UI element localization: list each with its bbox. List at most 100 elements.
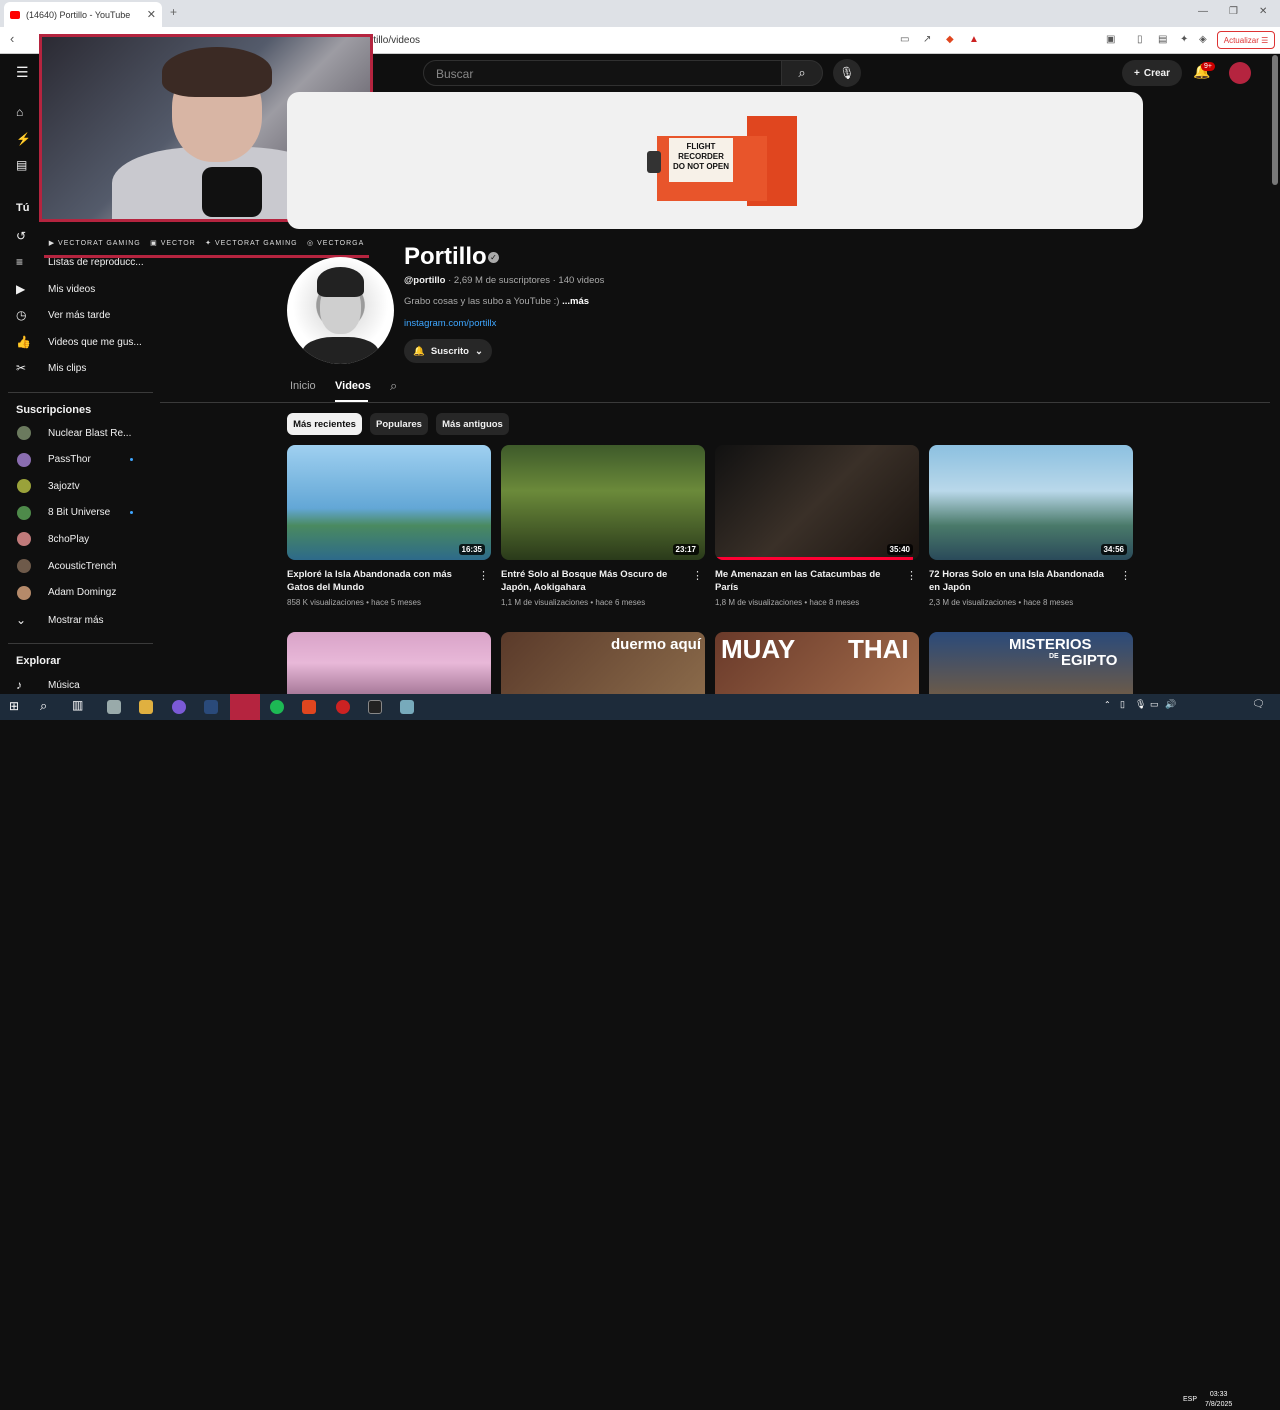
cast-icon[interactable]: ▭	[900, 34, 909, 45]
video-thumbnail[interactable]: 16:35	[287, 445, 491, 560]
video-title[interactable]: Me Amenazan en las Catacumbas de París	[715, 568, 919, 594]
network-icon[interactable]: ▭	[1150, 699, 1159, 710]
tray-chevron-icon[interactable]: ⌃	[1104, 700, 1111, 709]
task-view-icon[interactable]: ▥	[72, 698, 83, 712]
sidebar-item-my-videos[interactable]: ▶ Mis videos	[0, 276, 155, 302]
create-button[interactable]: + Crear	[1122, 60, 1182, 86]
menu-icon[interactable]: ☰	[16, 64, 29, 81]
wallet-icon[interactable]: ▤	[1158, 34, 1167, 45]
video-card[interactable]: 35:40 Me Amenazan en las Catacumbas de P…	[715, 445, 919, 607]
search-input[interactable]: Buscar	[423, 60, 783, 86]
mic-icon[interactable]: 🎙	[1135, 699, 1146, 710]
sidebar-item-clips[interactable]: ✂ Mis clips	[0, 355, 155, 381]
video-title[interactable]: 72 Horas Solo en una Isla Abandonada en …	[929, 568, 1133, 594]
close-tab-icon[interactable]: ✕	[147, 8, 156, 21]
video-thumbnail[interactable]	[287, 632, 491, 694]
tab-title: (14640) Portillo - YouTube	[26, 9, 131, 20]
windows-start-icon[interactable]: ⊞	[9, 699, 19, 713]
clock-icon: ◷	[16, 308, 27, 322]
clock[interactable]: 03:33 7/8/2025	[1205, 1390, 1232, 1410]
more-options-icon[interactable]: ⋮	[478, 569, 489, 582]
sidebar-toggle-icon[interactable]: ▣	[1106, 34, 1115, 45]
scrollbar[interactable]	[1272, 55, 1278, 185]
tab-home[interactable]: Inicio	[290, 380, 316, 392]
epic-games-icon[interactable]	[368, 700, 382, 714]
my-videos-icon: ▶	[16, 282, 26, 296]
video-thumbnail[interactable]: duermo aquí	[501, 632, 705, 694]
app-icon[interactable]	[400, 700, 414, 714]
back-icon[interactable]: ‹	[10, 31, 14, 46]
subscription-label: PassThor	[48, 454, 91, 466]
reader-icon[interactable]: ▯	[1137, 34, 1143, 45]
subscription-item[interactable]: AcousticTrench	[0, 553, 155, 579]
tab-videos[interactable]: Videos	[335, 380, 371, 392]
ai-icon[interactable]: ✦	[1180, 34, 1188, 45]
taskbar: ⊞ ⌕ ▥ ⌃ ▯ 🎙 ▭ 🔊 ESP 03:33 7/8/2025 🗨	[0, 694, 1280, 1408]
video-title[interactable]: Entré Solo al Bosque Más Oscuro de Japón…	[501, 568, 705, 594]
app-icon[interactable]	[107, 700, 121, 714]
chip-popular[interactable]: Populares	[370, 413, 428, 435]
language-indicator[interactable]: ESP	[1183, 1396, 1197, 1403]
microphone-icon	[202, 167, 262, 217]
spotify-icon[interactable]	[270, 700, 284, 714]
subscription-item[interactable]: 8choPlay	[0, 526, 155, 552]
tray-icon[interactable]: ▯	[1120, 699, 1125, 710]
share-icon[interactable]: ↗	[923, 34, 931, 45]
video-title[interactable]: Exploré la Isla Abandonada con más Gatos…	[287, 568, 491, 594]
create-label: Crear	[1143, 67, 1170, 79]
close-window-icon[interactable]: ✕	[1259, 6, 1267, 17]
channel-avatar-icon	[17, 532, 31, 547]
sidebar-item-liked[interactable]: 👍 Videos que me gus...	[0, 329, 155, 355]
notifications-icon[interactable]: 🗨	[1252, 699, 1265, 710]
video-duration: 35:40	[886, 544, 913, 555]
sidebar-item-watch-later[interactable]: ◷ Ver más tarde	[0, 302, 155, 328]
brave-rewards-icon[interactable]: ▲	[969, 34, 979, 45]
more-options-icon[interactable]: ⋮	[906, 569, 917, 582]
subscription-item[interactable]: 8 Bit Universe	[0, 500, 155, 526]
video-thumbnail[interactable]: MISTERIOS DE EGIPTO	[929, 632, 1133, 694]
video-thumbnail[interactable]: MUAY THAI	[715, 632, 919, 694]
more-options-icon[interactable]: ⋮	[692, 569, 703, 582]
video-thumbnail[interactable]: 34:56	[929, 445, 1133, 560]
file-explorer-icon[interactable]	[139, 700, 153, 714]
subscription-item[interactable]: Nuclear Blast Re...	[0, 420, 155, 446]
browser-tab[interactable]: (14640) Portillo - YouTube ✕	[4, 2, 162, 27]
new-tab-icon[interactable]: +	[170, 5, 177, 19]
subscription-item[interactable]: 3ajoztv	[0, 473, 155, 499]
vpn-icon[interactable]: ◈	[1199, 34, 1207, 45]
brave-shield-icon[interactable]: ◆	[946, 34, 954, 45]
video-thumbnail[interactable]: 23:17	[501, 445, 705, 560]
chip-oldest[interactable]: Más antiguos	[436, 413, 509, 435]
show-more-button[interactable]: ⌄ Mostrar más	[0, 607, 155, 633]
steam-icon[interactable]	[204, 700, 218, 714]
video-duration: 34:56	[1100, 544, 1127, 555]
url-field[interactable]: rtillo/videos	[370, 35, 420, 46]
video-card[interactable]: 23:17 Entré Solo al Bosque Más Oscuro de…	[501, 445, 705, 607]
video-card[interactable]: 34:56 72 Horas Solo en una Isla Abandona…	[929, 445, 1133, 607]
video-card[interactable]: 16:35 Exploré la Isla Abandonada con más…	[287, 445, 491, 607]
active-app-icon[interactable]	[230, 694, 260, 720]
channel-search-icon[interactable]: ⌕	[390, 378, 397, 394]
chip-latest[interactable]: Más recientes	[287, 413, 362, 435]
subscription-item[interactable]: PassThor	[0, 447, 155, 473]
volume-icon[interactable]: 🔊	[1165, 699, 1176, 710]
subscribed-button[interactable]: 🔔 Suscrito ⌄	[404, 339, 492, 363]
avatar[interactable]	[1229, 62, 1251, 84]
stream-socials-bar: ▶ VECTORAT GAMING ▣ VECTOR ✦ VECTORAT GA…	[44, 230, 369, 258]
channel-link[interactable]: instagram.com/portillx	[404, 318, 496, 329]
more-options-icon[interactable]: ⋮	[1120, 569, 1131, 582]
voice-search-button[interactable]: 🎙	[833, 59, 861, 87]
brave-icon[interactable]	[302, 700, 316, 714]
discord-icon[interactable]	[172, 700, 186, 714]
minimize-icon[interactable]: —	[1198, 6, 1208, 17]
search-button[interactable]: ⌕	[781, 60, 823, 86]
update-button[interactable]: Actualizar ☰	[1217, 31, 1275, 49]
video-meta: 2,3 M de visualizaciones • hace 8 meses	[929, 598, 1074, 607]
channel-stats: · 2,69 M de suscriptores · 140 videos	[445, 275, 605, 286]
video-thumbnail[interactable]: 35:40	[715, 445, 919, 560]
app-icon[interactable]	[336, 700, 350, 714]
search-icon[interactable]: ⌕	[40, 698, 47, 714]
channel-description[interactable]: Grabo cosas y las subo a YouTube :) ...m…	[404, 296, 589, 307]
maximize-icon[interactable]: ❐	[1229, 6, 1238, 17]
subscription-item[interactable]: Adam Domingz	[0, 580, 155, 606]
